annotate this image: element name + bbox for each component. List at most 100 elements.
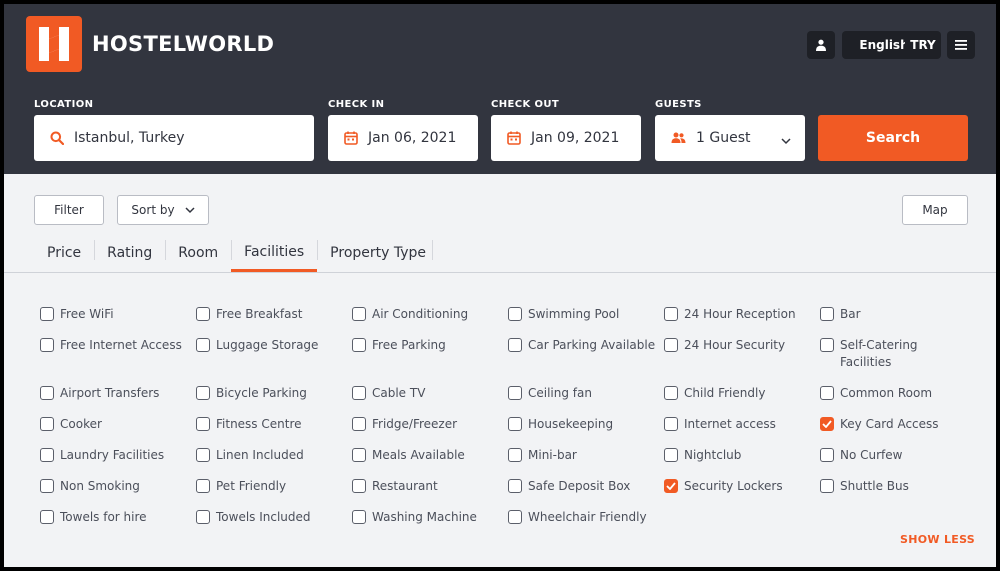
menu-button[interactable] xyxy=(947,31,975,59)
facility-option[interactable]: Swimming Pool xyxy=(508,306,658,323)
account-button[interactable] xyxy=(807,31,835,59)
checkbox[interactable] xyxy=(40,479,54,493)
facility-option[interactable]: Free Internet Access xyxy=(40,337,190,354)
facility-option[interactable]: Non Smoking xyxy=(40,478,190,495)
checkbox[interactable] xyxy=(196,386,210,400)
checkbox[interactable] xyxy=(664,417,678,431)
facility-option[interactable]: Pet Friendly xyxy=(196,478,346,495)
checkbox-checked[interactable] xyxy=(820,417,834,431)
checkbox[interactable] xyxy=(820,338,834,352)
facility-option[interactable]: Security Lockers xyxy=(664,478,814,495)
checkout-input[interactable]: Jan 09, 2021 xyxy=(491,115,641,161)
checkbox[interactable] xyxy=(352,386,366,400)
facility-option[interactable]: Ceiling fan xyxy=(508,385,658,402)
show-less-link[interactable]: SHOW LESS xyxy=(900,533,975,546)
checkbox[interactable] xyxy=(508,417,522,431)
checkbox[interactable] xyxy=(508,386,522,400)
checkbox[interactable] xyxy=(508,448,522,462)
checkbox[interactable] xyxy=(196,448,210,462)
checkbox[interactable] xyxy=(352,417,366,431)
facility-option[interactable]: Airport Transfers xyxy=(40,385,190,402)
checkbox[interactable] xyxy=(40,307,54,321)
checkbox[interactable] xyxy=(508,307,522,321)
guests-select[interactable]: 1 Guest xyxy=(655,115,805,161)
checkbox[interactable] xyxy=(40,448,54,462)
checkbox[interactable] xyxy=(352,510,366,524)
checkbox[interactable] xyxy=(664,386,678,400)
checkbox[interactable] xyxy=(820,386,834,400)
tab-rating[interactable]: Rating xyxy=(94,234,165,272)
checkbox[interactable] xyxy=(196,510,210,524)
facility-option[interactable]: Car Parking Available xyxy=(508,337,658,354)
checkbox[interactable] xyxy=(40,338,54,352)
facility-option[interactable]: Free WiFi xyxy=(40,306,190,323)
facility-option[interactable]: Linen Included xyxy=(196,447,346,464)
checkbox[interactable] xyxy=(820,479,834,493)
brand-name[interactable]: HOSTELWORLD xyxy=(92,32,274,56)
facility-option[interactable]: Child Friendly xyxy=(664,385,814,402)
facility-option[interactable]: Free Breakfast xyxy=(196,306,346,323)
checkin-input[interactable]: Jan 06, 2021 xyxy=(328,115,478,161)
facility-option[interactable]: Washing Machine xyxy=(352,509,502,526)
location-input[interactable]: Istanbul, Turkey xyxy=(34,115,314,161)
checkbox[interactable] xyxy=(508,510,522,524)
facility-option[interactable]: Bar xyxy=(820,306,970,323)
facility-option[interactable]: Internet access xyxy=(664,416,814,433)
filter-button[interactable]: Filter xyxy=(34,195,104,225)
facility-option[interactable]: Fitness Centre xyxy=(196,416,346,433)
checkbox[interactable] xyxy=(40,386,54,400)
facility-option[interactable]: Bicycle Parking xyxy=(196,385,346,402)
checkbox[interactable] xyxy=(820,307,834,321)
facility-option[interactable]: Shuttle Bus xyxy=(820,478,970,495)
currency-button[interactable]: TRY xyxy=(905,31,941,59)
facility-option[interactable]: No Curfew xyxy=(820,447,970,464)
facility-option[interactable]: Mini-bar xyxy=(508,447,658,464)
facility-option[interactable]: Luggage Storage xyxy=(196,337,346,354)
checkbox[interactable] xyxy=(40,510,54,524)
facility-option[interactable]: 24 Hour Reception xyxy=(664,306,814,323)
checkbox[interactable] xyxy=(40,417,54,431)
checkbox[interactable] xyxy=(664,307,678,321)
facility-option[interactable]: Nightclub xyxy=(664,447,814,464)
sort-by-button[interactable]: Sort by xyxy=(117,195,209,225)
facility-option[interactable]: Fridge/Freezer xyxy=(352,416,502,433)
map-button[interactable]: Map xyxy=(902,195,968,225)
facility-option[interactable]: Restaurant xyxy=(352,478,502,495)
checkbox[interactable] xyxy=(352,448,366,462)
checkbox[interactable] xyxy=(352,479,366,493)
checkbox[interactable] xyxy=(196,338,210,352)
checkbox[interactable] xyxy=(352,307,366,321)
checkbox[interactable] xyxy=(508,338,522,352)
facility-option[interactable]: Key Card Access xyxy=(820,416,970,433)
checkbox[interactable] xyxy=(508,479,522,493)
hostelworld-logo-icon[interactable] xyxy=(26,16,82,72)
checkbox[interactable] xyxy=(352,338,366,352)
facility-option[interactable]: Wheelchair Friendly xyxy=(508,509,658,526)
facility-option[interactable]: 24 Hour Security xyxy=(664,337,814,354)
facility-option[interactable]: Towels Included xyxy=(196,509,346,526)
facility-option[interactable]: Laundry Facilities xyxy=(40,447,190,464)
tab-property-type[interactable]: Property Type xyxy=(317,234,439,272)
checkbox[interactable] xyxy=(820,448,834,462)
facility-option[interactable]: Safe Deposit Box xyxy=(508,478,658,495)
facility-option[interactable]: Cable TV xyxy=(352,385,502,402)
facility-option[interactable]: Towels for hire xyxy=(40,509,190,526)
checkbox[interactable] xyxy=(196,417,210,431)
tab-room[interactable]: Room xyxy=(165,234,231,272)
facility-option[interactable]: Housekeeping xyxy=(508,416,658,433)
checkbox[interactable] xyxy=(196,479,210,493)
tab-facilities[interactable]: Facilities xyxy=(231,234,318,272)
facility-option[interactable]: Cooker xyxy=(40,416,190,433)
facility-label: Car Parking Available xyxy=(528,338,656,352)
checkbox-checked[interactable] xyxy=(664,479,678,493)
facility-option[interactable]: Air Conditioning xyxy=(352,306,502,323)
tab-price[interactable]: Price xyxy=(34,234,94,272)
facility-option[interactable]: Free Parking xyxy=(352,337,502,354)
search-button[interactable]: Search xyxy=(818,115,968,161)
checkbox[interactable] xyxy=(664,448,678,462)
checkbox[interactable] xyxy=(664,338,678,352)
facility-option[interactable]: Self-Catering Facilities xyxy=(820,337,970,371)
facility-option[interactable]: Meals Available xyxy=(352,447,502,464)
checkbox[interactable] xyxy=(196,307,210,321)
facility-option[interactable]: Common Room xyxy=(820,385,970,402)
